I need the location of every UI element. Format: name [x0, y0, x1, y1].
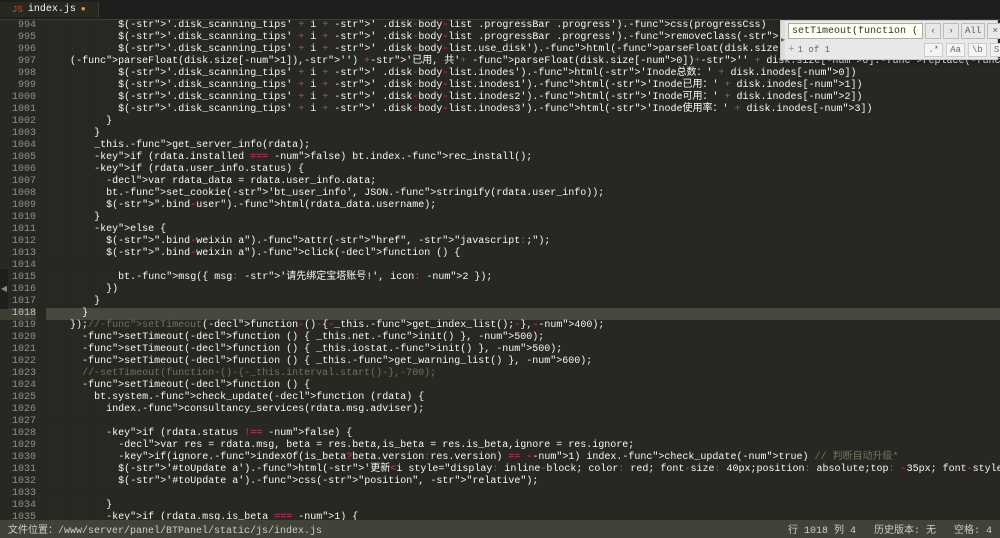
code-line[interactable]: · · · · · · -decl">var res = rdata.msg, … — [46, 440, 1000, 452]
code-line[interactable]: · · · · · bt.-func">set_cookie(-str">'bt… — [46, 188, 1000, 200]
tab-filename: index.js — [28, 4, 76, 15]
find-count: 1 of 1 — [798, 45, 830, 55]
code-line[interactable]: · · · · · -decl">var rdata_data = rdata.… — [46, 176, 1000, 188]
find-widget: ▸ ‹ › All × + 1 of 1 .* Aa \b S — [780, 20, 998, 60]
code-line[interactable]: · · · · · · $(-str">'.disk_scanning_tips… — [46, 104, 1000, 116]
js-file-icon: JS — [12, 5, 23, 15]
code-area[interactable]: · · · · · · $(-str">'.disk_scanning_tips… — [42, 20, 1000, 520]
code-line[interactable]: · · · · · -key">if (rdata.status !== -nu… — [46, 428, 1000, 440]
code-line[interactable]: · · · -func">setTimeout(-decl">function … — [46, 332, 1000, 344]
code-line[interactable]: · · });//-func">setTimeout(-decl">functi… — [46, 320, 1000, 332]
code-line[interactable]: · · · · } — [46, 212, 1000, 224]
tab-active[interactable]: JS index.js ● — [0, 2, 99, 17]
code-line[interactable]: · · · · · · $(-str">'#toUpdate a').-func… — [46, 476, 1000, 488]
code-line[interactable]: · · · · · · $(-str">'.disk_scanning_tips… — [46, 92, 1000, 104]
code-line[interactable]: · · · · } — [46, 128, 1000, 140]
code-line[interactable]: · · · · · $(-str">".bind-user").-func">h… — [46, 200, 1000, 212]
code-line[interactable] — [46, 260, 1000, 272]
find-add-selection[interactable]: + — [788, 44, 795, 56]
find-word-toggle[interactable]: \b — [968, 43, 987, 57]
status-line-col[interactable]: 行 1018 列 4 — [788, 521, 856, 537]
find-next-button[interactable]: › — [943, 23, 959, 39]
code-line[interactable]: · · · · -key">else { — [46, 224, 1000, 236]
code-line[interactable]: · · · · bt.system.-func">check_update(-d… — [46, 392, 1000, 404]
code-line[interactable]: · · · · · -key">if (rdata.msg.is_beta ==… — [46, 512, 1000, 520]
editor[interactable]: 9949959969979989991000100110021003100410… — [0, 20, 1000, 520]
find-all-button[interactable]: All — [961, 23, 985, 39]
code-line[interactable]: · · · · · } — [46, 500, 1000, 512]
find-input[interactable] — [788, 23, 923, 39]
status-indent[interactable]: 空格: 4 — [954, 521, 992, 537]
code-line[interactable]: · · · · · $(-str">".bind-weixin a").-fun… — [46, 236, 1000, 248]
panel-expand-handle[interactable]: ◀ — [0, 269, 8, 309]
code-line[interactable]: · · · -func">setTimeout(-decl">function … — [46, 344, 1000, 356]
code-line[interactable]: · · · · · } — [46, 116, 1000, 128]
code-line[interactable]: · · · · _this.-func">get_server_info(rda… — [46, 140, 1000, 152]
code-line[interactable]: · · · · · · $(-str">'.disk_scanning_tips… — [46, 80, 1000, 92]
code-line[interactable]: · · · · · index.-func">consultancy_servi… — [46, 404, 1000, 416]
tab-bar: JS index.js ● — [0, 0, 1000, 20]
status-bar: 文件位置：/www/server/panel/BTPanel/static/js… — [0, 520, 1000, 538]
find-close-button[interactable]: × — [987, 23, 1000, 39]
code-line[interactable]: · · · · · · bt.-func">msg({ msg: -str">'… — [46, 272, 1000, 284]
status-path-value: /www/server/panel/BTPanel/static/js/inde… — [58, 526, 322, 537]
code-line[interactable]: · · · //-setTimeout(function-()-{-_this.… — [46, 368, 1000, 380]
modified-indicator: ● — [81, 5, 86, 14]
code-line[interactable]: · · · -func">setTimeout(-decl">function … — [46, 356, 1000, 368]
code-line[interactable]: · · · · -key">if (rdata.installed === -n… — [46, 152, 1000, 164]
find-prev-button[interactable]: ‹ — [925, 23, 941, 39]
find-case-toggle[interactable]: Aa — [946, 43, 965, 57]
code-line[interactable] — [46, 488, 1000, 500]
code-line[interactable]: · · · · · · $(-str">'.disk_scanning_tips… — [46, 68, 1000, 80]
find-regex-toggle[interactable]: .* — [924, 43, 943, 57]
code-line[interactable]: · · · } — [46, 308, 1000, 320]
code-line[interactable] — [46, 416, 1000, 428]
code-line[interactable]: · · · · · · $(-str">'#toUpdate a').-func… — [46, 464, 1000, 476]
status-history[interactable]: 历史版本: 无 — [874, 521, 936, 537]
code-line[interactable]: · · · · · $(-str">".bind-weixin a").-fun… — [46, 248, 1000, 260]
find-s-toggle[interactable]: S — [990, 43, 1000, 57]
code-line[interactable]: · · · · · · -key">if(ignore.-func">index… — [46, 452, 1000, 464]
status-path-label: 文件位置： — [8, 526, 58, 537]
code-line[interactable]: · · · · } — [46, 296, 1000, 308]
code-line[interactable]: · · · -func">setTimeout(-decl">function … — [46, 380, 1000, 392]
code-line[interactable]: · · · · · }) — [46, 284, 1000, 296]
code-line[interactable]: · · · · -key">if (rdata.user_info.status… — [46, 164, 1000, 176]
